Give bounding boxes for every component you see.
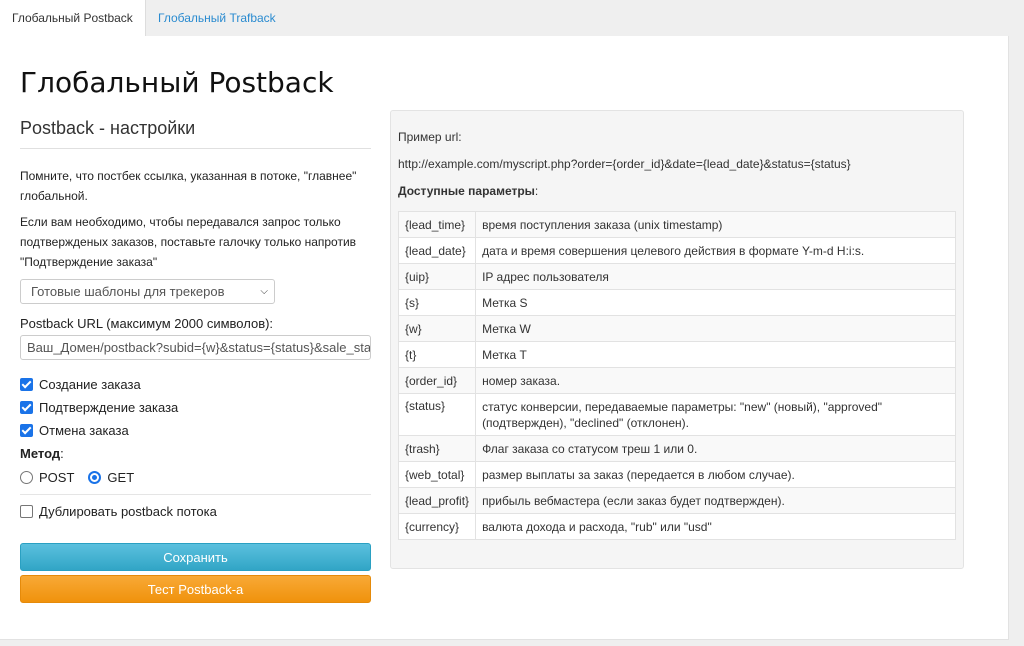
section-subtitle: Postback - настройки xyxy=(20,118,371,149)
divider xyxy=(20,494,371,495)
param-key: {trash} xyxy=(397,435,477,462)
checkbox-duplicate-postback[interactable]: Дублировать postback потока xyxy=(20,502,217,520)
table-row: {lead_time} время поступления заказа (un… xyxy=(397,211,956,238)
checkbox-label: Подтверждение заказа xyxy=(39,399,179,415)
radio-post[interactable] xyxy=(20,470,33,484)
tab-global-postback[interactable]: Глобальный Postback xyxy=(0,0,146,36)
params-table: {lead_time} время поступления заказа (un… xyxy=(397,211,956,540)
method-label: Метод: xyxy=(20,446,64,461)
table-row: {order_id} номер заказа. xyxy=(397,367,956,394)
page-title: Глобальный Postback xyxy=(20,66,334,99)
table-row: {trash} Флаг заказа со статусом треш 1 и… xyxy=(397,435,956,462)
param-key: {lead_date} xyxy=(397,237,477,264)
param-desc: номер заказа. xyxy=(475,367,956,394)
param-desc: прибыль вебмастера (если заказ будет под… xyxy=(475,487,956,514)
param-desc: размер выплаты за заказ (передается в лю… xyxy=(475,461,956,488)
param-key: {web_total} xyxy=(397,461,477,488)
table-row: {lead_profit} прибыль вебмастера (если з… xyxy=(397,487,956,514)
checkbox-checked-icon[interactable] xyxy=(20,377,33,391)
param-key: {s} xyxy=(397,289,477,316)
checkbox-checked-icon[interactable] xyxy=(20,400,33,414)
param-desc: статус конверсии, передаваемые параметры… xyxy=(475,393,956,436)
param-key: {currency} xyxy=(397,513,477,540)
tracker-templates-select[interactable]: Готовые шаблоны для трекеров ⌵ xyxy=(20,279,275,304)
param-desc: Метка S xyxy=(475,289,956,316)
param-key: {lead_time} xyxy=(397,211,477,238)
tab-bar: Глобальный Postback Глобальный Trafback xyxy=(0,0,1024,36)
checkbox-label: Отмена заказа xyxy=(39,422,129,438)
table-row: {currency} валюта дохода и расхода, "rub… xyxy=(397,513,956,540)
checkbox-unchecked-icon[interactable] xyxy=(20,504,33,518)
params-title-text: Доступные параметры xyxy=(398,184,535,198)
table-row: {s} Метка S xyxy=(397,289,956,316)
tab-global-trafback[interactable]: Глобальный Trafback xyxy=(146,0,292,36)
test-postback-button[interactable]: Тест Postback-а xyxy=(20,575,371,603)
param-desc: валюта дохода и расхода, "rub" или "usd" xyxy=(475,513,956,540)
example-url: http://example.com/myscript.php?order={o… xyxy=(398,157,851,171)
checkbox-label: Дублировать postback потока xyxy=(39,503,217,519)
radio-get-label: GET xyxy=(107,469,135,485)
param-key: {lead_profit} xyxy=(397,487,477,514)
save-button[interactable]: Сохранить xyxy=(20,543,371,571)
table-row: {w} Метка W xyxy=(397,315,956,342)
tracker-templates-value: Готовые шаблоны для трекеров xyxy=(31,284,225,299)
table-row: {t} Метка T xyxy=(397,341,956,368)
param-desc: Флаг заказа со статусом треш 1 или 0. xyxy=(475,435,956,462)
params-title-suffix: : xyxy=(534,184,539,198)
param-desc: Метка W xyxy=(475,315,956,342)
param-desc: IP адрес пользователя xyxy=(475,263,956,290)
param-desc: дата и время совершения целевого действи… xyxy=(475,237,956,264)
param-key: {status} xyxy=(397,393,477,436)
checkbox-order-cancelled[interactable]: Отмена заказа xyxy=(20,421,129,439)
table-row: {uip} IP адрес пользователя xyxy=(397,263,956,290)
param-desc: Метка T xyxy=(475,341,956,368)
checkbox-label: Создание заказа xyxy=(39,376,141,392)
checkbox-checked-icon[interactable] xyxy=(20,423,33,437)
radio-post-label: POST xyxy=(39,469,75,485)
table-row: {status} статус конверсии, передаваемые … xyxy=(397,393,956,436)
chevron-down-icon: ⌵ xyxy=(260,286,268,297)
info-text-confirmed: Если вам необходимо, чтобы передавался з… xyxy=(20,215,357,269)
info-text-priority: Помните, что постбек ссылка, указанная в… xyxy=(20,169,357,203)
table-row: {lead_date} дата и время совершения целе… xyxy=(397,237,956,264)
params-title: Доступные параметры: xyxy=(398,184,538,198)
table-row: {web_total} размер выплаты за заказ (пер… xyxy=(397,461,956,488)
param-key: {t} xyxy=(397,341,477,368)
postback-url-label: Postback URL (максимум 2000 символов): xyxy=(20,316,274,331)
example-url-label: Пример url: xyxy=(398,130,462,144)
checkbox-order-created[interactable]: Создание заказа xyxy=(20,375,141,393)
param-key: {order_id} xyxy=(397,367,477,394)
method-radio-group: POST GET xyxy=(20,468,134,486)
checkbox-order-confirmed[interactable]: Подтверждение заказа xyxy=(20,398,178,416)
page-margin xyxy=(1009,36,1024,646)
postback-url-input[interactable]: Ваш_Домен/postback?subid={w}&status={sta… xyxy=(20,335,371,360)
radio-get[interactable] xyxy=(88,470,102,484)
method-label-text: Метод xyxy=(20,446,61,461)
param-key: {uip} xyxy=(397,263,477,290)
param-desc: время поступления заказа (unix timestamp… xyxy=(475,211,956,238)
param-key: {w} xyxy=(397,315,477,342)
method-label-suffix: : xyxy=(60,446,64,461)
